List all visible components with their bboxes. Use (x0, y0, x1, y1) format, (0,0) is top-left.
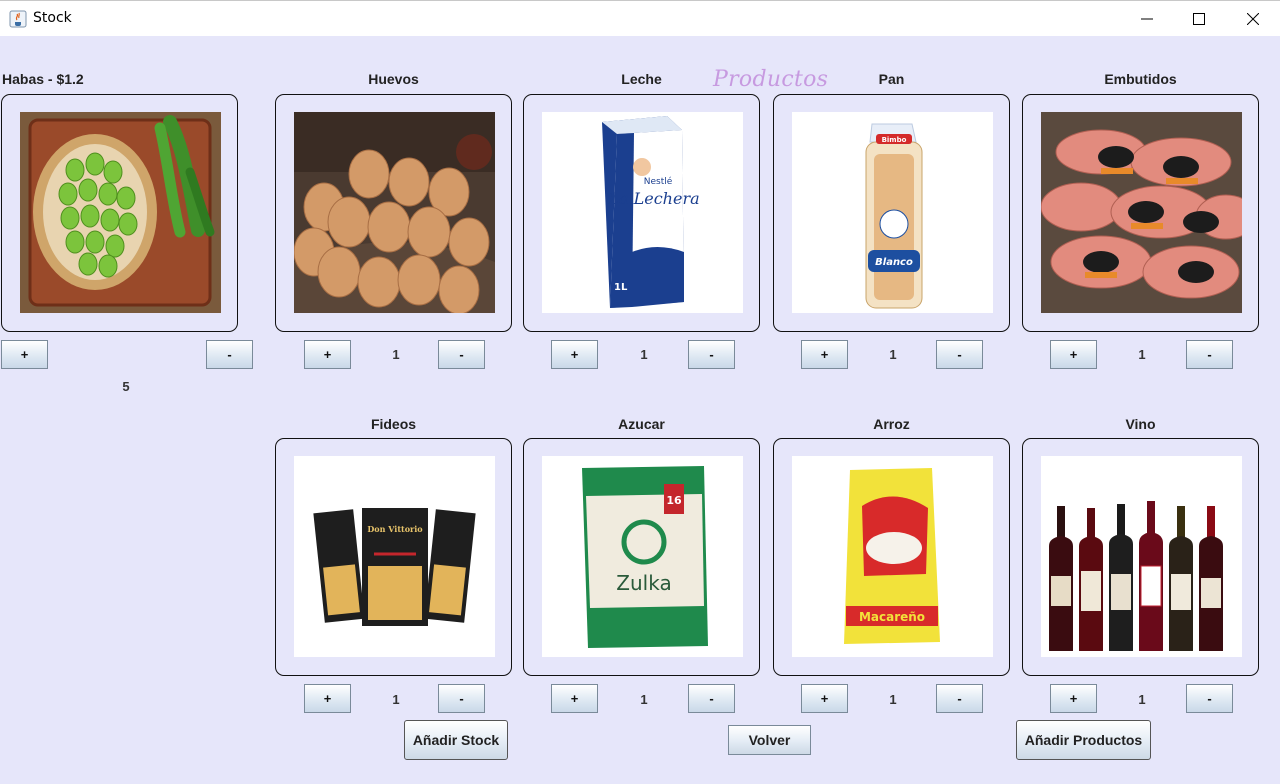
pan-minus-button[interactable]: - (936, 340, 983, 369)
product-label-fideos: Fideos (370, 416, 417, 432)
vino-count: 1 (1138, 692, 1146, 707)
rice-bag-image: Macareño (792, 456, 993, 657)
svg-text:Don Vittorio: Don Vittorio (367, 524, 423, 534)
leche-minus-button[interactable]: - (688, 340, 735, 369)
minimize-icon (1141, 18, 1153, 20)
product-card-pan: Blanco Bimbo (773, 94, 1010, 332)
product-label-arroz: Arroz (873, 416, 910, 432)
product-label-embutidos: Embutidos (1104, 71, 1177, 87)
product-label-azucar: Azucar (618, 416, 665, 432)
fava-beans-image (20, 112, 221, 313)
add-products-button[interactable]: Añadir Productos (1016, 720, 1151, 760)
product-card-huevos (275, 94, 512, 332)
product-card-embutidos (1022, 94, 1259, 332)
pan-count: 1 (889, 347, 897, 362)
product-label-huevos: Huevos (368, 71, 419, 87)
arroz-minus-button[interactable]: - (936, 684, 983, 713)
huevos-minus-button[interactable]: - (438, 340, 485, 369)
wine-bottles-image (1041, 456, 1242, 657)
svg-text:Blanco: Blanco (875, 257, 913, 268)
sugar-bag-image: Zulka 16 (542, 456, 743, 657)
embutidos-plus-button[interactable]: + (1050, 340, 1097, 369)
vino-plus-button[interactable]: + (1050, 684, 1097, 713)
embutidos-minus-button[interactable]: - (1186, 340, 1233, 369)
leche-plus-button[interactable]: + (551, 340, 598, 369)
fideos-minus-button[interactable]: - (438, 684, 485, 713)
azucar-plus-button[interactable]: + (551, 684, 598, 713)
maximize-icon (1193, 13, 1205, 25)
arroz-plus-button[interactable]: + (801, 684, 848, 713)
huevos-count: 1 (392, 347, 400, 362)
habas-plus-button[interactable]: + (1, 340, 48, 369)
embutidos-count: 1 (1138, 347, 1146, 362)
habas-count: 5 (122, 379, 130, 394)
stock-window-content: Productos Habas - $1.2 + - 5 Huevos + 1 … (0, 36, 1280, 784)
window-titlebar: Stock (0, 0, 1280, 36)
java-app-icon (9, 10, 27, 28)
product-card-fideos: Don Vittorio (275, 438, 512, 676)
product-label-pan: Pan (878, 71, 905, 87)
product-card-azucar: Zulka 16 (523, 438, 760, 676)
fideos-count: 1 (392, 692, 400, 707)
leche-count: 1 (640, 347, 648, 362)
eggs-image (294, 112, 495, 313)
product-label-vino: Vino (1125, 416, 1156, 432)
product-label-leche: Leche (621, 71, 662, 87)
svg-text:Nestlé: Nestlé (644, 176, 673, 187)
back-button[interactable]: Volver (728, 725, 811, 755)
product-card-vino (1022, 438, 1259, 676)
product-card-leche: La Lechera Nestlé 1L (523, 94, 760, 332)
azucar-minus-button[interactable]: - (688, 684, 735, 713)
habas-minus-button[interactable]: - (206, 340, 253, 369)
azucar-count: 1 (640, 692, 648, 707)
product-label-habas: Habas - $1.2 (2, 71, 84, 87)
pan-plus-button[interactable]: + (801, 340, 848, 369)
fideos-plus-button[interactable]: + (304, 684, 351, 713)
sausages-image (1041, 112, 1242, 313)
arroz-count: 1 (889, 692, 897, 707)
svg-text:1L: 1L (614, 282, 628, 293)
svg-text:La Lechera: La Lechera (607, 189, 699, 208)
maximize-button[interactable] (1176, 1, 1222, 37)
milk-carton-image: La Lechera Nestlé 1L (542, 112, 743, 313)
svg-text:Bimbo: Bimbo (882, 136, 907, 144)
pasta-packs-image: Don Vittorio (294, 456, 495, 657)
svg-text:Zulka: Zulka (616, 571, 671, 595)
close-icon (1247, 13, 1259, 25)
vino-minus-button[interactable]: - (1186, 684, 1233, 713)
product-card-arroz: Macareño (773, 438, 1010, 676)
svg-text:16: 16 (666, 494, 682, 507)
svg-text:Macareño: Macareño (859, 610, 925, 624)
product-card-habas (1, 94, 238, 332)
close-button[interactable] (1230, 1, 1276, 37)
huevos-plus-button[interactable]: + (304, 340, 351, 369)
add-stock-button[interactable]: Añadir Stock (404, 720, 508, 760)
bread-loaf-image: Blanco Bimbo (792, 112, 993, 313)
minimize-button[interactable] (1124, 1, 1170, 37)
window-title: Stock (33, 10, 72, 26)
